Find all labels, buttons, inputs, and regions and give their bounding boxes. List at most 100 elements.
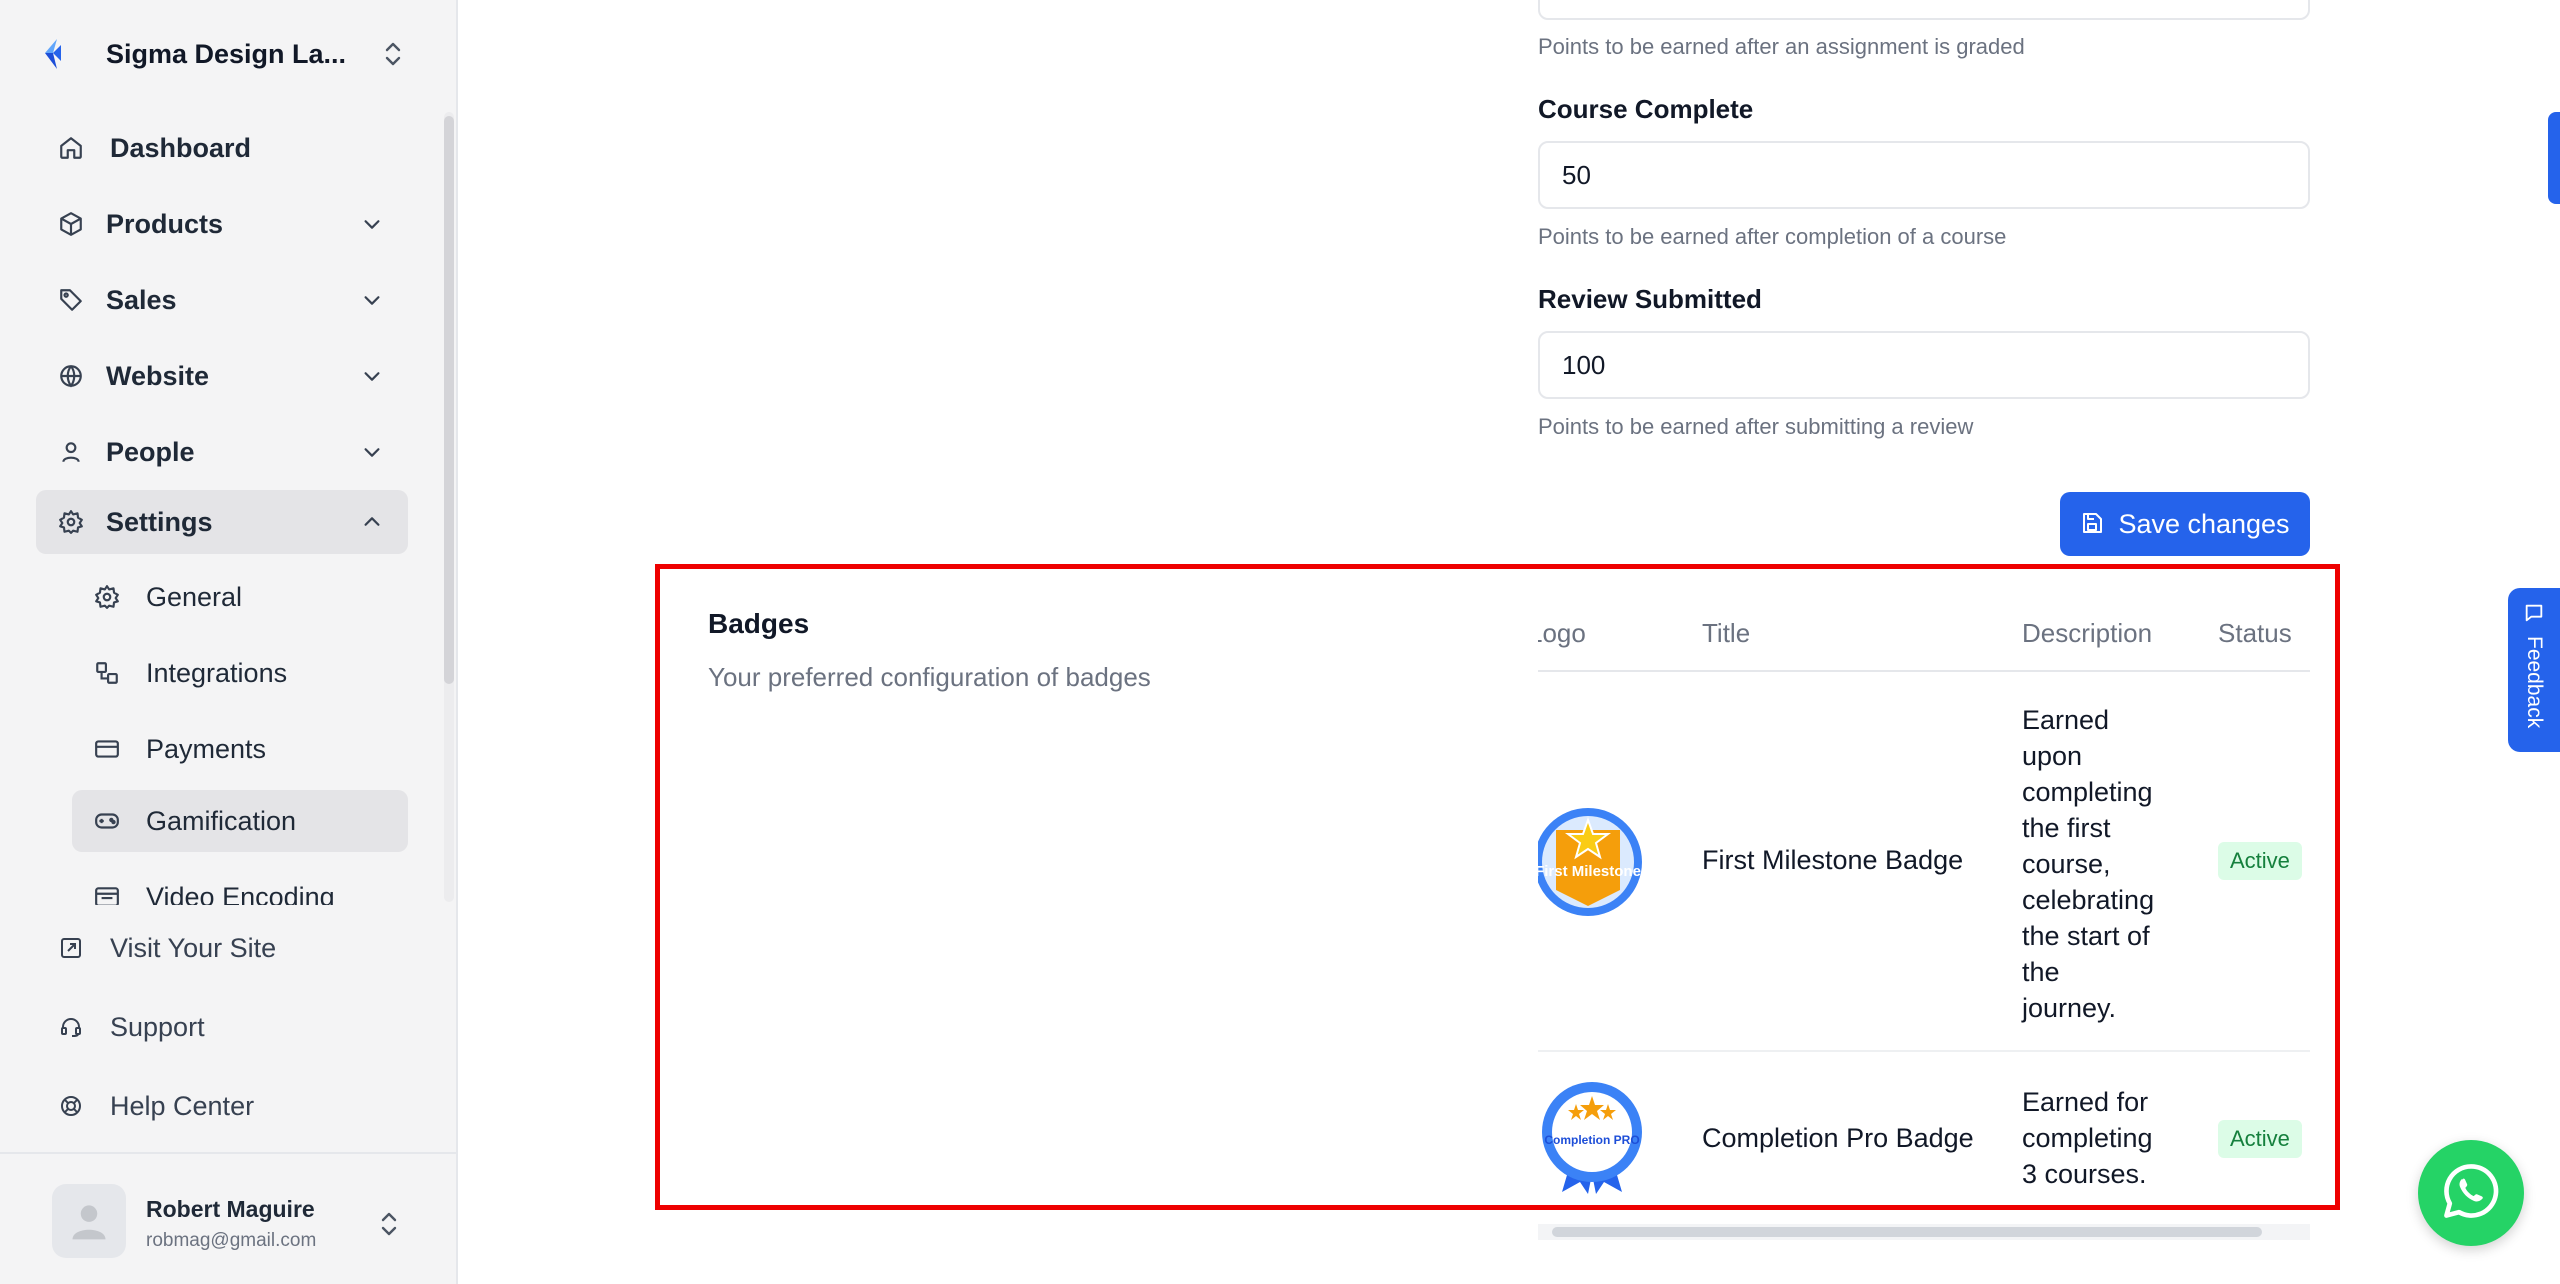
column-header-logo[interactable]: Logo [1538, 618, 1586, 649]
course-complete-input[interactable] [1538, 141, 2310, 209]
headset-icon [56, 1012, 86, 1042]
sidebar-subitem-label: Video Encoding [146, 881, 335, 906]
description-line: journey. [2022, 993, 2117, 1023]
brand-logo-icon [36, 36, 72, 72]
sidebar-item-label: Products [106, 208, 224, 239]
table-header-divider [1538, 670, 2310, 672]
review-submitted-help: Points to be earned after submitting a r… [1538, 414, 1974, 439]
review-submitted-label: Review Submitted [1538, 284, 1762, 314]
whatsapp-chat-button[interactable] [2418, 1140, 2524, 1246]
assignment-graded-input[interactable] [1538, 0, 2310, 20]
sidebar-scrollbar-thumb[interactable] [444, 116, 454, 684]
badges-title: Badges [708, 608, 810, 639]
description-line: course, [2022, 849, 2111, 879]
badge-description-first-milestone: Earned upon completing the first course,… [2022, 702, 2155, 1026]
gear-icon [92, 582, 122, 612]
feedback-tab[interactable]: Feedback [2508, 588, 2560, 752]
feedback-label: Feedback [2523, 636, 2546, 729]
completion-pro-badge-logo: Completion PRO [1538, 1080, 1646, 1201]
help-center-label: Help Center [110, 1090, 255, 1121]
course-complete-label: Course Complete [1538, 94, 1754, 124]
workspace-name: Sigma Design La... [106, 38, 347, 69]
badge-description-completion-pro: Earned for completing 3 courses. [2022, 1084, 2153, 1192]
video-encoding-icon [92, 882, 122, 905]
sidebar-subitem-label: Payments [146, 733, 267, 764]
sidebar-subitem-label: Integrations [146, 657, 288, 688]
chevron-up-icon [354, 504, 390, 540]
review-submitted-input[interactable] [1538, 331, 2310, 399]
first-milestone-logo-text: First Milestone [1538, 863, 1641, 880]
feedback-icon [2523, 602, 2545, 629]
column-header-title[interactable]: Title [1702, 618, 1750, 649]
description-line: 3 courses. [2022, 1159, 2147, 1189]
visit-site-link[interactable]: Visit Your Site [36, 918, 408, 978]
visit-site-label: Visit Your Site [110, 932, 277, 963]
assignment-graded-help: Points to be earned after an assignment … [1538, 34, 2025, 59]
sidebar-item-label: People [106, 436, 195, 467]
save-button[interactable]: Save changes [2060, 492, 2310, 556]
badges-subtitle: Your preferred configuration of badges [708, 662, 1151, 692]
table-row-divider [1538, 1050, 2310, 1052]
sidebar-item-label: Settings [106, 506, 213, 537]
user-email: robmag@gmail.com [146, 1230, 317, 1251]
sidebar-subitem-video-encoding[interactable]: Video Encoding [72, 866, 408, 905]
badges-table: Logo Title Description Status First Mile… [1538, 602, 2310, 1204]
user-menu[interactable]: Robert Maguire robmag@gmail.com [0, 1152, 456, 1284]
column-header-status[interactable]: Status [2218, 618, 2292, 649]
sidebar-subitem-payments[interactable]: Payments [72, 718, 408, 780]
badge-title-first-milestone: First Milestone Badge [1702, 845, 1964, 875]
sidebar-scrollbar[interactable] [444, 112, 454, 902]
home-icon [56, 133, 86, 163]
save-icon [2080, 511, 2104, 538]
help-center-link[interactable]: Help Center [36, 1076, 408, 1136]
badge-title-completion-pro: Completion Pro Badge [1702, 1123, 1974, 1153]
lifebuoy-icon [56, 1091, 86, 1121]
sidebar-item-dashboard[interactable]: Dashboard [36, 116, 408, 180]
external-link-icon [56, 933, 86, 963]
support-link[interactable]: Support [36, 997, 408, 1057]
user-icon [56, 437, 86, 467]
workspace-switcher[interactable]: Sigma Design La... [36, 28, 408, 80]
tag-icon [56, 285, 86, 315]
course-complete-help: Points to be earned after completion of … [1538, 224, 2007, 249]
sidebar-subitem-general[interactable]: General [72, 566, 408, 628]
sidebar-item-label: Dashboard [110, 132, 252, 163]
column-header-description[interactable]: Description [2022, 618, 2152, 649]
box-icon [56, 209, 86, 239]
sidebar-item-settings[interactable]: Settings [36, 490, 408, 554]
description-line: the [2022, 957, 2060, 987]
description-line: upon [2022, 741, 2083, 771]
save-button-label: Save changes [2118, 508, 2290, 539]
sidebar-nav: Dashboard Products Sales Website People … [0, 110, 440, 905]
description-line: Earned [2022, 705, 2110, 735]
sidebar-item-products[interactable]: Products [36, 192, 408, 256]
description-line: completing [2022, 777, 2153, 807]
sidebar-subitem-label: Gamification [146, 805, 297, 836]
chevrons-up-down-icon[interactable] [378, 34, 408, 74]
support-label: Support [110, 1011, 205, 1042]
gear-icon [56, 507, 86, 537]
completion-pro-logo-text: Completion PRO [1544, 1133, 1639, 1147]
credit-card-icon [92, 734, 122, 764]
user-name: Robert Maguire [146, 1196, 315, 1222]
chevrons-up-down-icon[interactable] [374, 1204, 404, 1244]
description-line: celebrating [2022, 885, 2155, 915]
badges-table-scrollbar-thumb[interactable] [1552, 1227, 2262, 1237]
first-milestone-badge-logo: First Milestone [1538, 802, 1644, 927]
sidebar-subitem-gamification[interactable]: Gamification [72, 790, 408, 852]
sidebar-item-sales[interactable]: Sales [36, 268, 408, 332]
description-line: completing [2022, 1123, 2153, 1153]
sidebar-subitem-integrations[interactable]: Integrations [72, 642, 408, 704]
sidebar-item-website[interactable]: Website [36, 344, 408, 408]
badges-table-scrollbar[interactable] [1538, 1224, 2310, 1240]
sidebar-item-people[interactable]: People [36, 420, 408, 484]
sidebar: Sigma Design La... Dashboard Products Sa… [0, 0, 458, 1284]
globe-icon [56, 361, 86, 391]
chevron-down-icon [354, 358, 390, 394]
chevron-down-icon [354, 282, 390, 318]
gamepad-icon [92, 806, 122, 836]
sidebar-item-label: Sales [106, 284, 177, 315]
sidebar-item-label: Website [106, 360, 210, 391]
status-badge: Active [2218, 842, 2302, 880]
side-tab-edge[interactable] [2548, 112, 2560, 204]
